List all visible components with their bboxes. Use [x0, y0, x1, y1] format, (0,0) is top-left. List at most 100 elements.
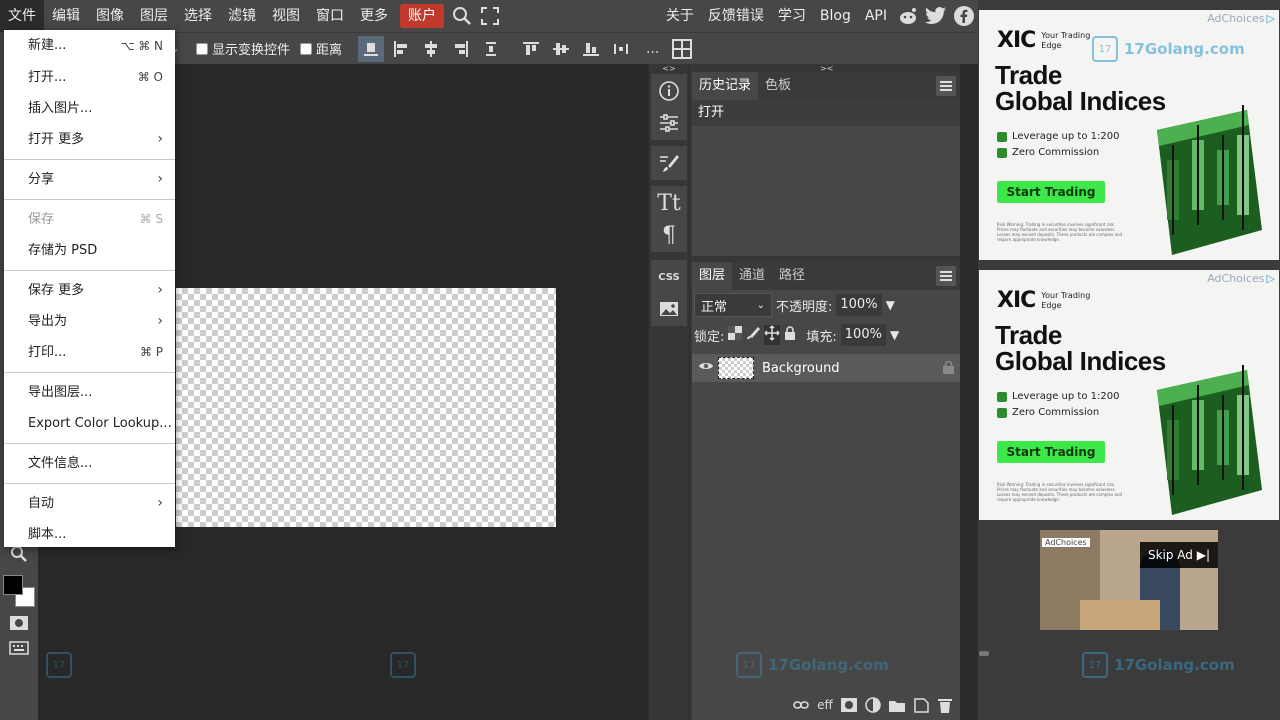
blend-mode-select[interactable]: 正常 ⌄	[694, 293, 772, 317]
align-top-icon[interactable]	[518, 36, 544, 62]
align-left-icon[interactable]	[388, 36, 414, 62]
tab-paths[interactable]: 路径	[772, 262, 812, 290]
align-middle-icon[interactable]	[548, 36, 574, 62]
menu-item-automate[interactable]: 自动 ›	[4, 488, 175, 519]
collapse-arrows-icon[interactable]: <>	[649, 64, 689, 74]
menu-item-export-color-lookup[interactable]: Export Color Lookup...	[4, 408, 175, 439]
menu-layer[interactable]: 图层	[132, 0, 176, 32]
menu-item-scripts[interactable]: 脚本...	[4, 519, 175, 550]
menu-item-insert-image[interactable]: 插入图片...	[4, 93, 175, 124]
menu-item-print[interactable]: 打印... ⌘ P	[4, 337, 175, 368]
adchoices-badge[interactable]: AdChoices ▷	[1207, 272, 1275, 285]
paragraph-icon[interactable]: ¶	[651, 220, 687, 250]
lock-transparency-icon[interactable]	[728, 326, 743, 344]
menu-select[interactable]: 选择	[176, 0, 220, 32]
distance-checkbox[interactable]: 距离	[300, 39, 342, 58]
align-download-icon[interactable]	[358, 35, 385, 62]
more-options[interactable]: ...	[640, 41, 665, 57]
image-icon[interactable]	[651, 294, 687, 324]
fullscreen-icon[interactable]	[476, 0, 504, 32]
eye-icon[interactable]	[698, 360, 714, 376]
link-about[interactable]: 关于	[659, 0, 701, 32]
menu-item-share[interactable]: 分享 ›	[4, 164, 175, 195]
account-button[interactable]: 账户	[400, 4, 444, 28]
align-right-icon[interactable]	[448, 36, 474, 62]
start-trading-button[interactable]: Start Trading	[997, 441, 1105, 463]
candlestick-graphic-icon	[1157, 105, 1262, 255]
history-item[interactable]: 打开	[692, 100, 960, 126]
trash-icon[interactable]	[936, 696, 954, 714]
checkbox-box[interactable]	[300, 42, 313, 55]
fill-input[interactable]: 100%	[840, 324, 886, 346]
effects-icon[interactable]: eff	[816, 696, 834, 714]
distribute-h-icon[interactable]	[608, 36, 634, 62]
facebook-icon[interactable]	[950, 0, 978, 32]
align-bottom-icon[interactable]	[578, 36, 604, 62]
menu-item-new[interactable]: 新建... ⌥ ⌘ N	[4, 30, 175, 62]
search-icon[interactable]	[448, 0, 476, 32]
ad-banner[interactable]: AdChoices ▷ XIC Your Trading Edge Trade Gl…	[979, 10, 1279, 260]
menu-item-save-more[interactable]: 保存 更多 ›	[4, 275, 175, 306]
opacity-input[interactable]: 100%	[836, 294, 882, 316]
tab-channels[interactable]: 通道	[732, 262, 772, 290]
keyboard-icon[interactable]	[6, 637, 32, 659]
menu-item-export-as[interactable]: 导出为 ›	[4, 306, 175, 337]
menu-item-file-info[interactable]: 文件信息...	[4, 448, 175, 479]
mask-icon[interactable]	[840, 696, 858, 714]
menu-item-label: 导出为	[28, 314, 68, 329]
quick-mask-icon[interactable]	[6, 612, 32, 634]
adchoices-badge[interactable]: AdChoices ▷	[1207, 12, 1275, 25]
distribute-v-icon[interactable]	[478, 36, 504, 62]
lock-pixels-icon[interactable]	[746, 326, 761, 344]
start-trading-button[interactable]: Start Trading	[997, 181, 1105, 203]
document-canvas[interactable]	[176, 288, 556, 527]
menu-file[interactable]: 文件	[0, 0, 44, 32]
menu-window[interactable]: 窗口	[308, 0, 352, 32]
css-icon[interactable]: CSS	[651, 262, 687, 292]
lock-all-icon[interactable]	[784, 326, 796, 344]
menu-item-save-as-psd[interactable]: 存储为 PSD	[4, 235, 175, 266]
menu-view[interactable]: 视图	[264, 0, 308, 32]
folder-icon[interactable]	[888, 696, 906, 714]
link-learn[interactable]: 学习	[771, 0, 813, 32]
grid-icon[interactable]	[669, 36, 695, 62]
layer-row[interactable]: Background	[692, 354, 960, 382]
character-icon[interactable]: Tt	[651, 188, 687, 218]
hamburger-menu-icon[interactable]	[936, 266, 956, 286]
tab-swatches[interactable]: 色板	[758, 72, 798, 100]
scroll-indicator[interactable]	[979, 651, 989, 656]
adchoices-badge[interactable]: AdChoices	[1042, 538, 1090, 547]
menu-image[interactable]: 图像	[88, 0, 132, 32]
menu-item-open-more[interactable]: 打开 更多 ›	[4, 124, 175, 155]
link-icon[interactable]	[792, 696, 810, 714]
brush-settings-icon[interactable]	[651, 148, 687, 178]
fill-dropdown-icon[interactable]: ▼	[890, 328, 899, 342]
adjustment-layer-icon[interactable]	[864, 696, 882, 714]
info-icon[interactable]	[651, 76, 687, 106]
align-center-h-icon[interactable]	[418, 36, 444, 62]
menu-item-export-layers[interactable]: 导出图层...	[4, 377, 175, 408]
link-api[interactable]: API	[858, 0, 894, 32]
reddit-icon[interactable]	[894, 0, 922, 32]
checkbox-box[interactable]	[196, 42, 208, 55]
menu-more[interactable]: 更多	[352, 0, 396, 32]
lock-position-icon[interactable]	[764, 325, 781, 345]
show-transform-checkbox[interactable]: 显示变换控件	[196, 39, 290, 58]
link-report-bug[interactable]: 反馈错误	[701, 0, 771, 32]
tab-layers[interactable]: 图层	[692, 262, 733, 290]
menu-edit[interactable]: 编辑	[44, 0, 88, 32]
adjustments-icon[interactable]	[651, 108, 687, 138]
twitter-icon[interactable]	[922, 0, 950, 32]
video-ad[interactable]: AdChoices Skip Ad ▶|	[1040, 530, 1218, 630]
new-layer-icon[interactable]	[912, 696, 930, 714]
skip-ad-button[interactable]: Skip Ad ▶|	[1140, 542, 1218, 568]
link-blog[interactable]: Blog	[813, 0, 858, 32]
opacity-dropdown-icon[interactable]: ▼	[886, 298, 895, 312]
menu-filter[interactable]: 滤镜	[220, 0, 264, 32]
ad-banner[interactable]: AdChoices ▷ XIC Your Trading Edge Trade Gl…	[979, 270, 1279, 520]
tab-history[interactable]: 历史记录	[692, 72, 759, 100]
menu-item-open[interactable]: 打开... ⌘ O	[4, 62, 175, 93]
foreground-color-swatch[interactable]	[3, 575, 23, 595]
menu-item-save[interactable]: 保存 ⌘ S	[4, 204, 175, 235]
hamburger-menu-icon[interactable]	[936, 76, 956, 96]
